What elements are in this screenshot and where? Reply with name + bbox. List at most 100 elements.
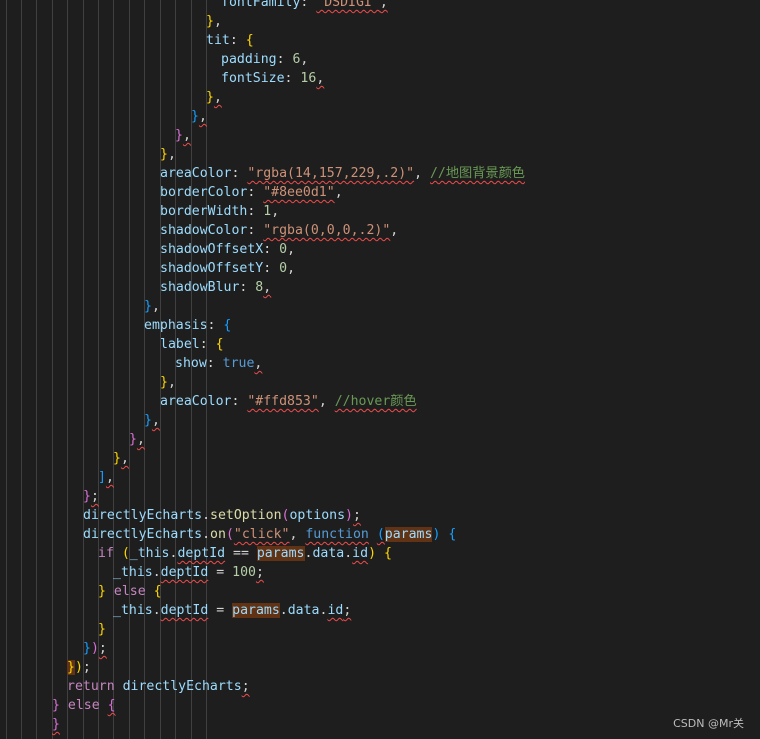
code-token: emphasis [144, 318, 208, 333]
code-token: deptId [160, 565, 209, 580]
code-token: : [263, 242, 280, 257]
code-line[interactable]: }); [83, 639, 107, 658]
code-line[interactable]: }, [206, 88, 222, 107]
code-line[interactable]: shadowOffsetY: 0, [160, 259, 295, 278]
code-token: ) [345, 508, 353, 523]
code-token: else [67, 698, 100, 713]
code-line[interactable]: }, [206, 12, 222, 31]
code-line[interactable]: directlyEcharts.on("click", function (pa… [83, 525, 456, 544]
code-line[interactable]: return directlyEcharts; [67, 677, 250, 696]
code-token: directlyEcharts [83, 508, 203, 523]
code-token: "#8ee0d1" [263, 185, 335, 200]
code-line[interactable]: } [52, 715, 60, 734]
code-token: } [98, 622, 106, 637]
code-line[interactable]: }, [175, 126, 191, 145]
indent-guide [67, 0, 68, 739]
code-line[interactable]: }); [67, 658, 91, 677]
code-token: else [113, 584, 146, 599]
code-line[interactable]: label: { [160, 335, 224, 354]
code-token: : [206, 356, 223, 371]
code-line[interactable]: if (_this.deptId == params.data.id) { [98, 544, 392, 563]
code-line[interactable]: } else { [98, 582, 162, 601]
code-line[interactable]: }, [160, 145, 176, 164]
code-line[interactable]: }, [144, 297, 160, 316]
code-token: . [202, 527, 211, 542]
code-line[interactable]: borderColor: "#8ee0d1", [160, 183, 343, 202]
code-token: . [202, 508, 211, 523]
code-token: ; [98, 641, 107, 656]
code-token: label [160, 337, 200, 352]
code-token: , [182, 128, 191, 143]
code-token: borderWidth [160, 204, 248, 219]
code-token: tit [206, 33, 230, 48]
code-line[interactable]: }, [160, 373, 176, 392]
code-token: } [175, 128, 183, 143]
code-editor[interactable]: fontFamily: "DSDIGI",}, tit: {padding: 6,… [0, 0, 760, 739]
code-token: _this [113, 603, 153, 618]
code-token: , [390, 223, 399, 238]
code-line[interactable]: areaColor: "rgba(14,157,229,.2)", //地图背景… [160, 164, 525, 183]
code-line[interactable]: directlyEcharts.setOption(options); [83, 506, 361, 525]
code-token: } [52, 698, 60, 713]
code-line[interactable]: }; [83, 487, 99, 506]
indent-guide [160, 0, 161, 739]
code-token: } [144, 299, 152, 314]
code-token: , [198, 109, 207, 124]
code-token: , [151, 413, 160, 428]
code-line[interactable]: } [98, 620, 106, 639]
code-token: data [287, 603, 320, 618]
code-line[interactable]: shadowColor: "rgba(0,0,0,.2)", [160, 221, 398, 240]
code-line[interactable]: _this.deptId = 100; [113, 563, 264, 582]
code-token: function [305, 527, 369, 542]
code-line[interactable]: _this.deptId = params.data.id; [113, 601, 351, 620]
code-token: { [153, 584, 162, 599]
code-line[interactable]: }, [191, 107, 207, 126]
code-line[interactable]: shadowBlur: 8, [160, 278, 271, 297]
code-token: ) [368, 546, 377, 561]
code-token: shadowOffsetX [160, 242, 264, 257]
code-line[interactable]: }, [144, 411, 160, 430]
code-token: ( [376, 527, 385, 542]
code-token: shadowColor [160, 223, 248, 238]
indent-guide [6, 0, 7, 739]
code-token: "click" [233, 527, 290, 542]
code-token: _this [129, 546, 170, 561]
code-line[interactable]: fontFamily: "DSDIGI", [221, 0, 388, 12]
code-token: ; [353, 508, 361, 523]
code-token: deptId [160, 603, 209, 618]
code-token: : [229, 33, 246, 48]
code-token: } [98, 584, 106, 599]
code-token: : [231, 394, 248, 409]
code-line[interactable]: shadowOffsetX: 0, [160, 240, 295, 259]
code-token: id [352, 546, 369, 561]
code-token: , [105, 470, 114, 485]
code-token: return [67, 679, 115, 694]
code-token: //地图背景颜色 [429, 166, 525, 181]
indent-guide [36, 0, 37, 739]
code-line[interactable]: fontSize: 16, [221, 69, 324, 88]
code-line[interactable]: ], [98, 468, 114, 487]
code-token: } [160, 375, 168, 390]
code-token: _this [113, 565, 153, 580]
code-line[interactable]: areaColor: "#ffd853", //hover颜色 [160, 392, 417, 411]
code-line[interactable]: } else { [52, 696, 116, 715]
code-token: : [263, 261, 280, 276]
code-line[interactable]: borderWidth: 1, [160, 202, 279, 221]
code-line[interactable]: show: true, [175, 354, 262, 373]
code-token: } [129, 432, 137, 447]
code-token: , [213, 14, 222, 29]
code-line[interactable]: padding: 6, [221, 50, 308, 69]
code-token: : [231, 166, 248, 181]
code-line[interactable]: tit: { [206, 31, 254, 50]
code-token: //hover颜色 [334, 394, 417, 409]
code-token: data [312, 546, 345, 561]
code-token: == [225, 546, 257, 561]
code-token: } [206, 90, 214, 105]
code-token: ( [121, 546, 130, 561]
code-line[interactable]: emphasis: { [144, 316, 231, 335]
code-line[interactable]: }, [129, 430, 145, 449]
code-line[interactable]: }, [113, 449, 129, 468]
